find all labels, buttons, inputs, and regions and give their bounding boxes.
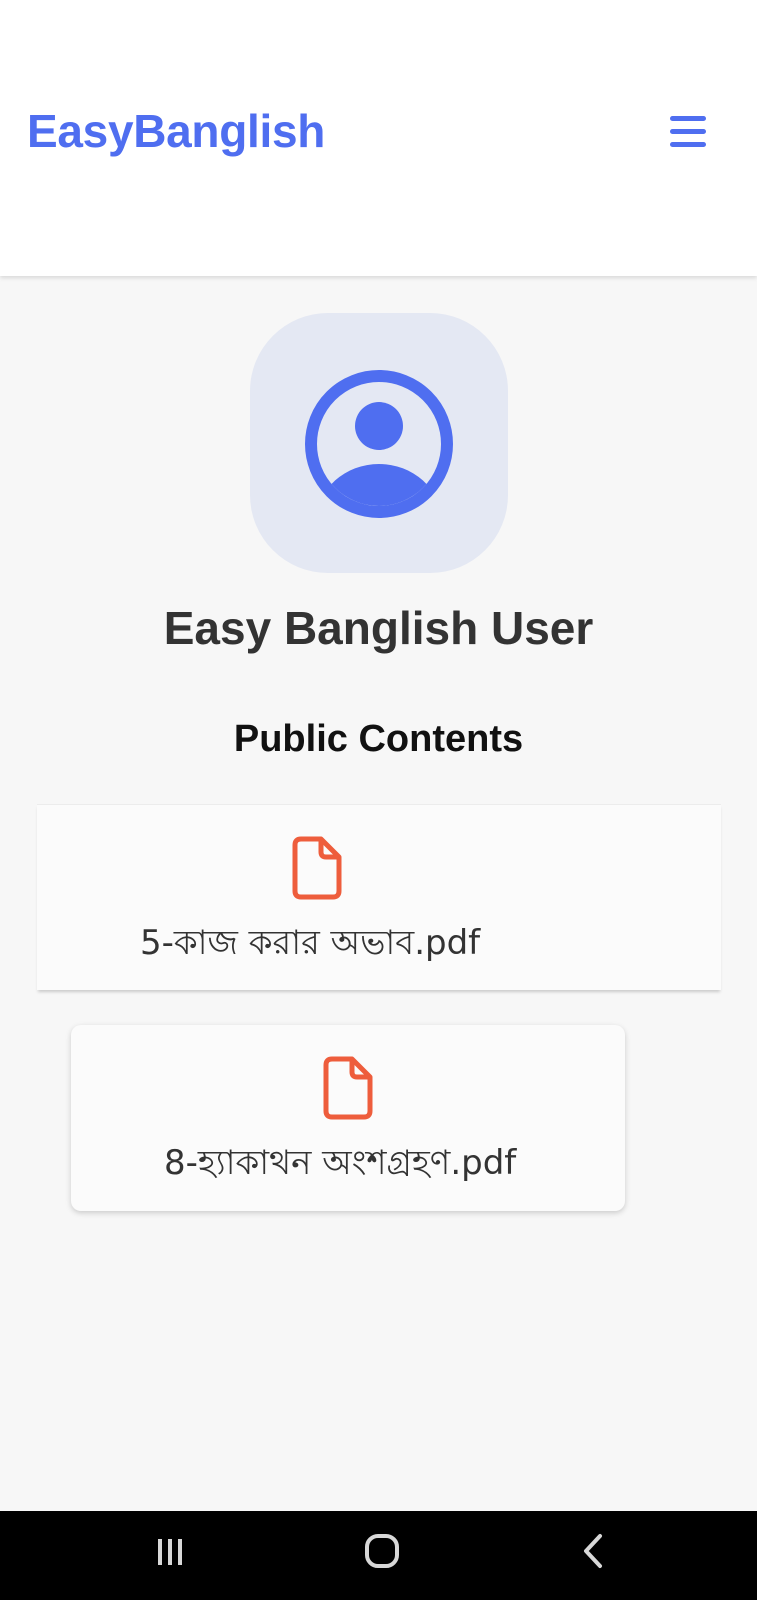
back-button[interactable] bbox=[564, 1531, 624, 1581]
menu-button[interactable] bbox=[664, 112, 712, 152]
brand-title[interactable]: EasyBanglish bbox=[27, 104, 325, 158]
system-navigation-bar bbox=[0, 1511, 757, 1600]
file-name: 5-কাজ করার অভাব.pdf bbox=[140, 923, 481, 963]
section-title: Public Contents bbox=[233, 718, 524, 760]
back-icon bbox=[584, 1534, 602, 1568]
document-icon bbox=[323, 1056, 373, 1120]
document-icon bbox=[292, 836, 342, 900]
profile-page: Easy Banglish User Public Contents 5-কাজ… bbox=[0, 276, 757, 1511]
avatar bbox=[250, 313, 508, 573]
recent-apps-button[interactable] bbox=[140, 1531, 200, 1581]
app-header: EasyBanglish bbox=[0, 0, 757, 276]
hamburger-menu-icon bbox=[670, 116, 706, 121]
user-name: Easy Banglish User bbox=[163, 602, 594, 654]
home-icon bbox=[365, 1534, 399, 1568]
file-card[interactable]: 8-হ্যাকাথন অংশগ্রহণ.pdf bbox=[71, 1025, 625, 1211]
recent-apps-icon bbox=[158, 1539, 182, 1565]
home-button[interactable] bbox=[352, 1531, 412, 1581]
file-card[interactable]: 5-কাজ করার অভাব.pdf bbox=[37, 804, 721, 990]
file-name: 8-হ্যাকাথন অংশগ্রহণ.pdf bbox=[164, 1143, 517, 1183]
user-circle-icon bbox=[305, 370, 453, 518]
